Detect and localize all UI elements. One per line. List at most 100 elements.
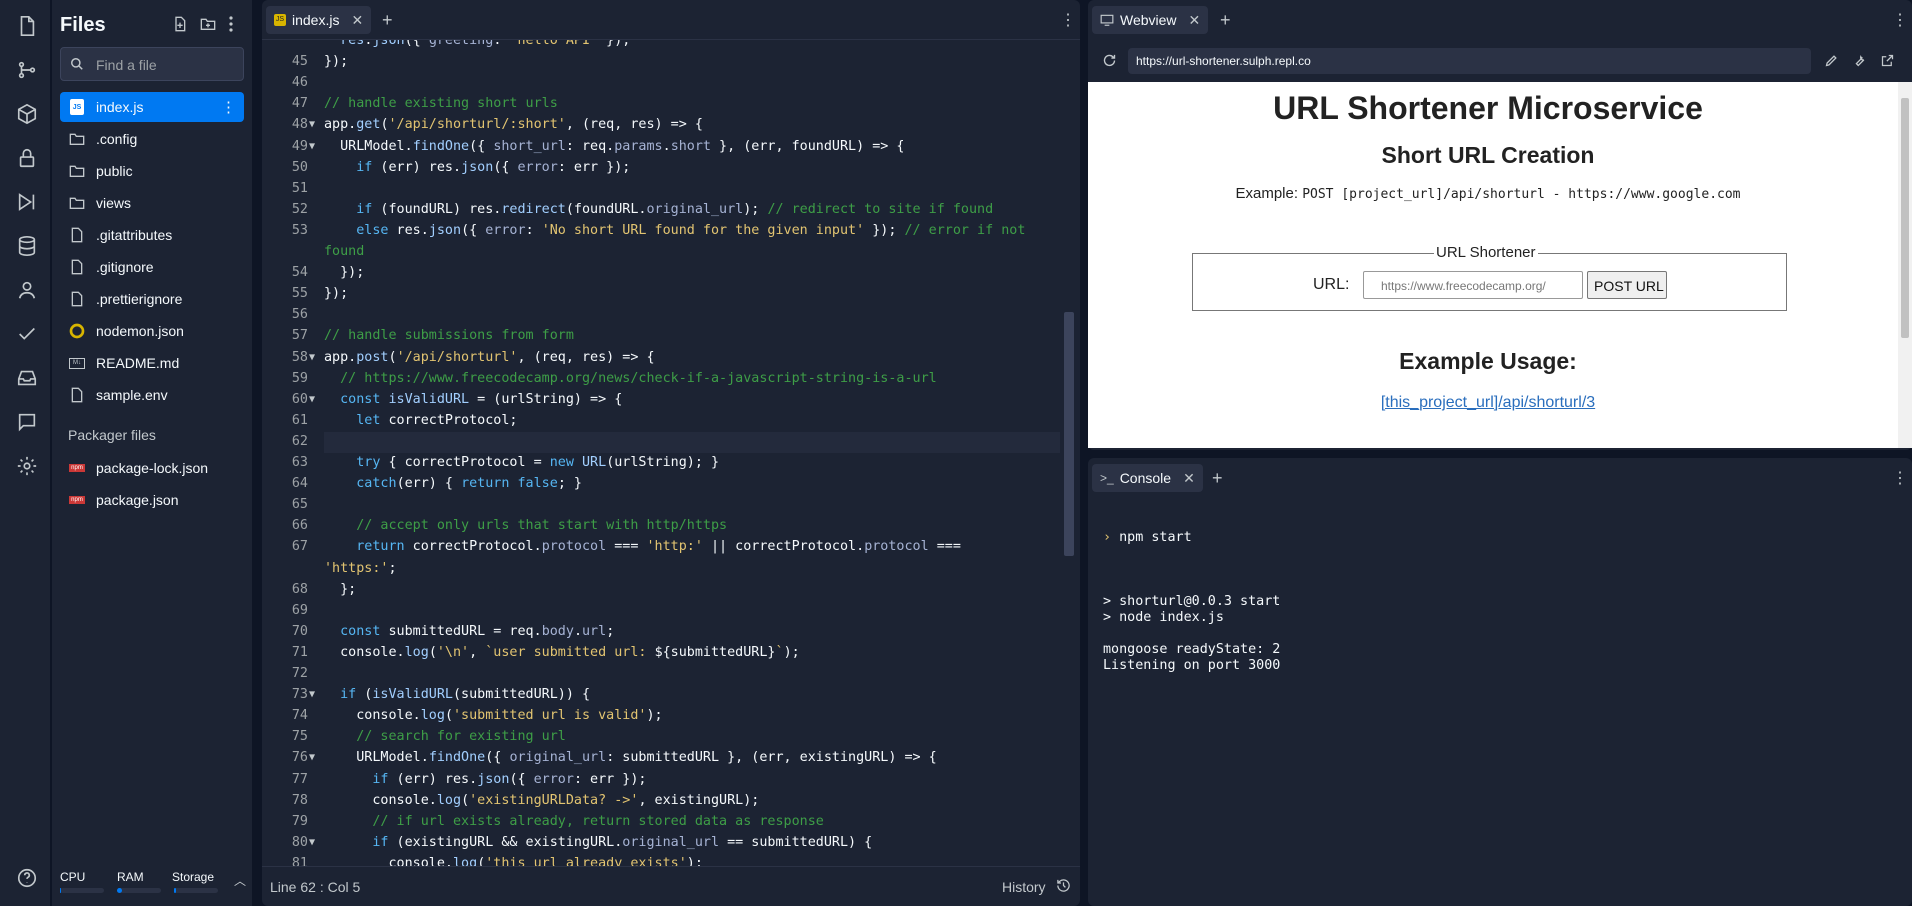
chat-icon[interactable] [13,408,41,436]
file-item-config[interactable]: .config [60,124,244,154]
code-line[interactable]: console.log('this url already exists'); [324,856,702,866]
secrets-lock-icon[interactable] [13,144,41,172]
close-tab-icon[interactable]: ✕ [351,12,363,29]
file-search-input[interactable]: Find a file [60,47,244,81]
code-line[interactable]: URLModel.findOne({ original_url: submitt… [324,750,937,765]
fold-toggle-icon[interactable]: ▼ [309,394,315,405]
file-item-index-js[interactable]: JS index.js ⋮ [60,92,244,122]
open-new-tab-icon[interactable] [1880,53,1895,73]
check-icon[interactable] [13,320,41,348]
code-line[interactable]: // handle submissions from form [324,328,574,343]
code-line[interactable]: if (foundURL) res.redirect(foundURL.orig… [324,202,993,217]
code-line[interactable]: 'https:'; [324,561,397,576]
file-item-sample-env[interactable]: sample.env [60,380,244,410]
file-item-public[interactable]: public [60,156,244,186]
code-line[interactable]: if (err) res.json({ error: err }); [324,772,646,787]
code-line[interactable]: // handle existing short urls [324,96,558,111]
code-line[interactable]: const submittedURL = req.body.url; [324,624,614,639]
code-line[interactable]: if (err) res.json({ error: err }); [324,160,630,175]
help-icon[interactable] [13,864,41,892]
ram-meter [117,888,161,893]
new-file-icon[interactable] [172,16,188,36]
resources-bar[interactable]: CPU RAM Storage ︿ [52,862,252,906]
file-item-gitignore[interactable]: .gitignore [60,252,244,282]
terminal-icon: >_ [1100,471,1114,485]
files-more-icon[interactable] [228,16,234,36]
file-item-gitattributes[interactable]: .gitattributes [60,220,244,250]
code-line[interactable]: app.post('/api/shorturl', (req, res) => … [324,350,655,365]
file-more-icon[interactable]: ⋮ [221,98,236,116]
chevron-up-icon[interactable]: ︿ [234,872,246,889]
code-line[interactable]: }); [324,54,348,69]
code-line[interactable]: else res.json({ error: 'No short URL fou… [324,223,1025,238]
code-line[interactable]: res.json({ greeting: 'hello API' }); [324,40,630,48]
webview-more-icon[interactable]: ⋮ [1884,6,1912,34]
code-line[interactable]: // https://www.freecodecamp.org/news/che… [324,371,937,386]
fold-toggle-icon[interactable]: ▼ [309,837,315,848]
code-line[interactable]: const isValidURL = (urlString) => { [324,392,622,407]
console-more-icon[interactable]: ⋮ [1884,464,1912,492]
fold-toggle-icon[interactable]: ▼ [309,352,315,363]
code-line[interactable]: // accept only urls that start with http… [324,518,727,533]
tab-console[interactable]: >_ Console ✕ [1092,464,1203,492]
packager-item-package-lock-json[interactable]: npm package-lock.json [60,453,244,483]
code-line[interactable]: if (existingURL && existingURL.original_… [324,835,872,850]
new-folder-icon[interactable] [200,16,216,36]
file-item-nodemon-json[interactable]: nodemon.json [60,316,244,346]
url-bar[interactable]: https://url-shortener.sulph.repl.co [1128,48,1811,74]
database-icon[interactable] [13,232,41,260]
devtools-wrench-icon[interactable] [1852,53,1867,73]
code-line[interactable]: URLModel.findOne({ short_url: req.params… [324,139,904,154]
inbox-icon[interactable] [13,364,41,392]
code-line[interactable]: }); [324,286,348,301]
url-input[interactable]: https://www.freecodecamp.org/ [1363,271,1583,299]
run-icon[interactable] [13,188,41,216]
code-line[interactable]: console.log('existingURLData? ->', exist… [324,793,759,808]
cursor-position[interactable]: Line 62 : Col 5 [270,879,360,895]
version-control-icon[interactable] [13,56,41,84]
packager-item-package-json[interactable]: npm package.json [60,485,244,515]
code-line[interactable]: // search for existing url [324,729,566,744]
code-line[interactable]: found [324,244,364,259]
user-icon[interactable] [13,276,41,304]
settings-gear-icon[interactable] [13,452,41,480]
code-line[interactable]: return correctProtocol.protocol === 'htt… [324,539,961,554]
code-line[interactable]: try { correctProtocol = new URL(urlStrin… [324,455,719,470]
add-tab-icon[interactable]: + [1212,6,1239,34]
add-tab-icon[interactable]: + [374,6,401,34]
code-line[interactable]: }); [324,265,364,280]
post-url-button[interactable]: POST URL [1587,271,1667,299]
code-line[interactable]: if (isValidURL(submittedURL)) { [324,687,590,702]
example-usage-link[interactable]: [this_project_url]/api/shorturl/3 [1088,394,1888,412]
fold-toggle-icon[interactable]: ▼ [309,752,315,763]
code-line[interactable]: catch(err) { return false; } [324,476,582,491]
files-icon[interactable] [13,12,41,40]
fold-toggle-icon[interactable]: ▼ [309,141,315,152]
code-area[interactable]: res.json({ greeting: 'hello API' }); 45})… [262,40,1080,866]
file-item-views[interactable]: views [60,188,244,218]
history-icon[interactable] [1056,878,1071,896]
code-line[interactable]: }; [324,582,356,597]
code-line[interactable]: app.get('/api/shorturl/:short', (req, re… [324,117,703,132]
fold-toggle-icon[interactable]: ▼ [309,689,315,700]
tab-index-js[interactable]: JS index.js ✕ [266,6,372,34]
editor-scrollbar[interactable] [1064,312,1074,556]
editor-more-icon[interactable]: ⋮ [1052,6,1084,34]
close-tab-icon[interactable]: ✕ [1189,12,1201,29]
tab-webview[interactable]: Webview ✕ [1092,6,1209,34]
close-tab-icon[interactable]: ✕ [1183,470,1195,487]
add-tab-icon[interactable]: + [1204,464,1231,492]
code-line[interactable]: // if url exists already, return stored … [324,814,823,829]
console-output[interactable]: › npm start > shorturl@0.0.3 start > nod… [1103,498,1280,706]
code-line[interactable]: let correctProtocol; [324,413,517,428]
reload-icon[interactable] [1102,53,1117,73]
file-item-readme-md[interactable]: M↓ README.md [60,348,244,378]
history-button[interactable]: History [1002,879,1046,895]
fold-toggle-icon[interactable]: ▼ [309,119,315,130]
code-line[interactable]: console.log('submitted url is valid'); [324,708,662,723]
edit-pencil-icon[interactable] [1824,53,1839,73]
code-line[interactable]: console.log('\n', `user submitted url: $… [324,645,800,660]
page-scrollbar[interactable] [1898,82,1912,448]
file-item-prettierignore[interactable]: .prettierignore [60,284,244,314]
packages-icon[interactable] [13,100,41,128]
